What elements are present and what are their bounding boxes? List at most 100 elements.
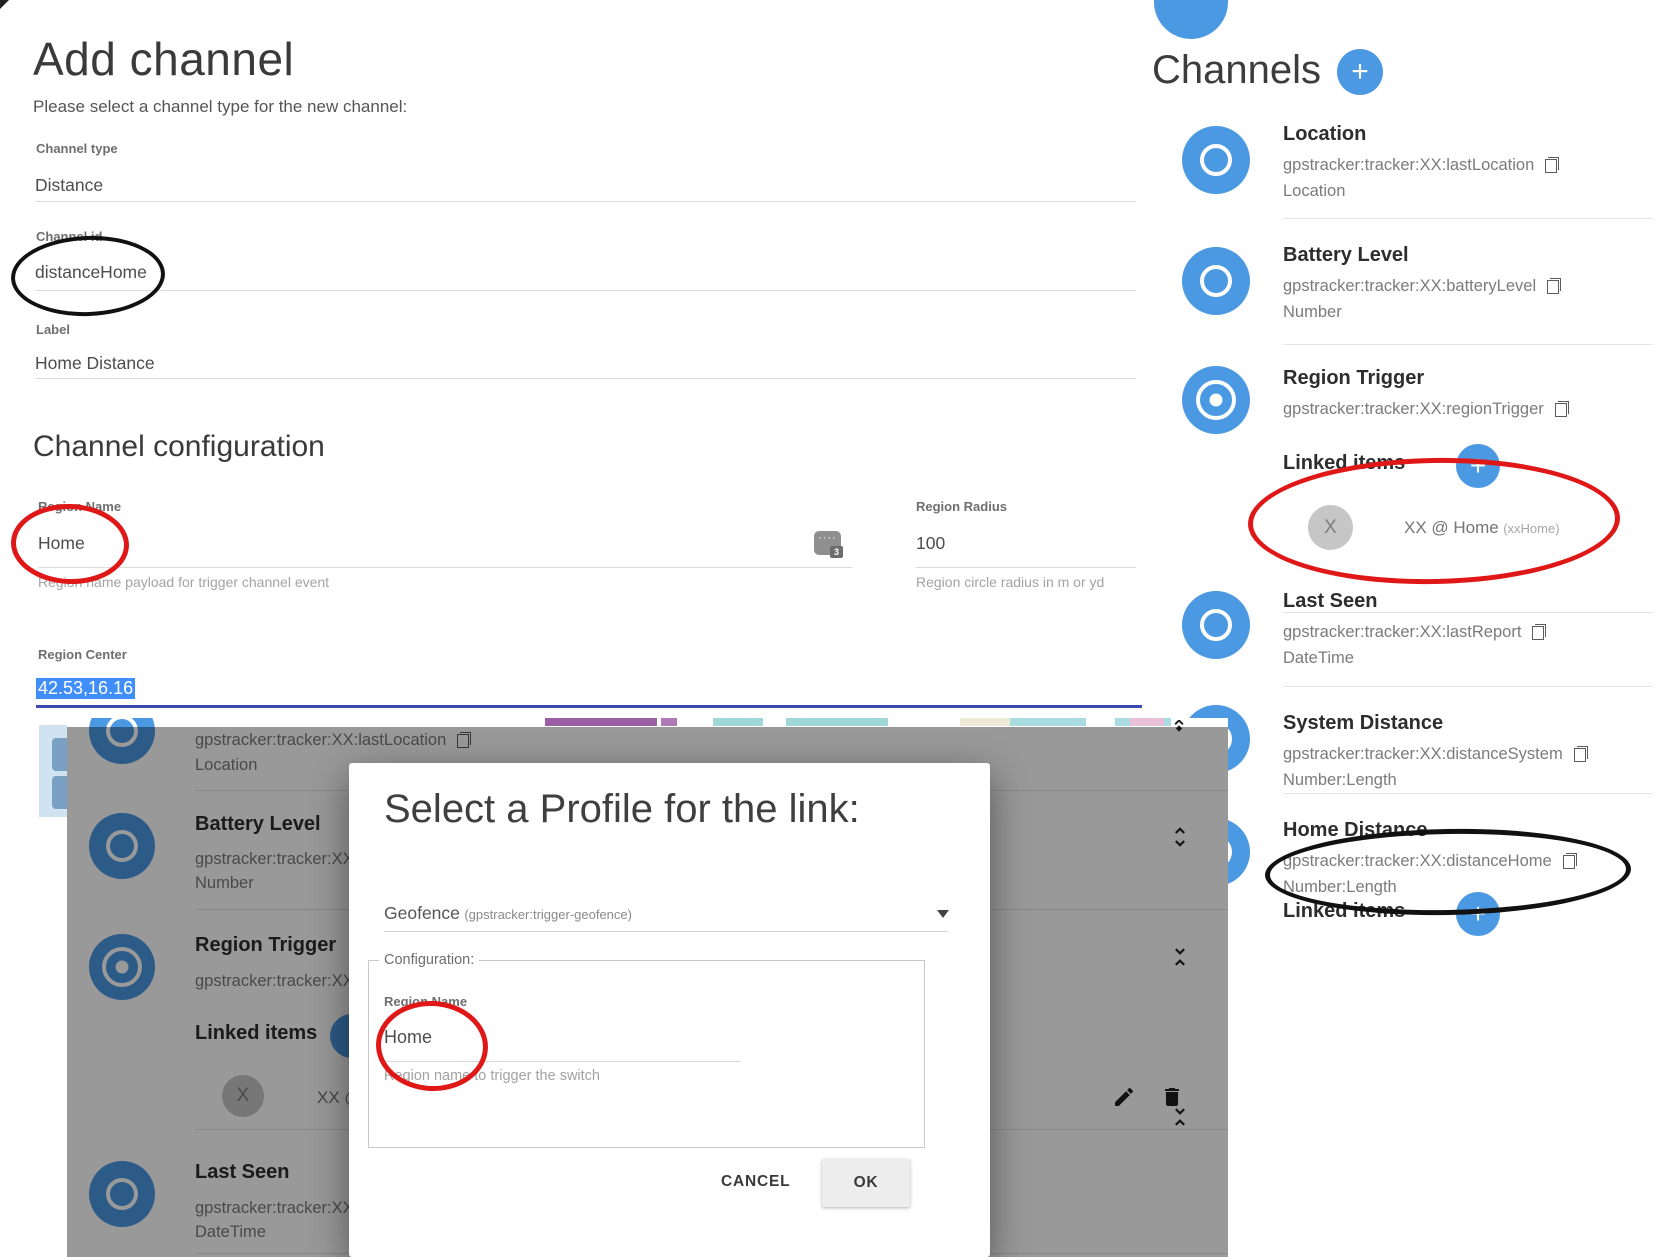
chevron-down-icon[interactable] <box>937 910 949 918</box>
page-title: Add channel <box>33 32 294 86</box>
channel-type: Number <box>1283 303 1561 322</box>
region-center-focus-underline <box>36 705 1142 708</box>
censored-text-artifact <box>1130 718 1164 726</box>
profile-uid: (gpstracker:trigger-geofence) <box>464 907 632 922</box>
channel-name: Region Trigger <box>1283 366 1569 390</box>
form-filler-badge: 3 <box>830 546 843 558</box>
censored-text-artifact <box>545 718 657 726</box>
linked-items-heading: Linked items <box>1283 900 1405 923</box>
channel-name: Battery Level <box>1283 243 1561 267</box>
censored-strip <box>67 718 1228 727</box>
channel-type: Number:Length <box>1283 771 1588 790</box>
select-profile-dialog: Select a Profile for the link: Geofence … <box>349 763 990 1257</box>
add-link-button[interactable]: + <box>1456 892 1500 936</box>
divider <box>1283 793 1653 794</box>
form-filler-dots: ···· <box>818 532 837 544</box>
channel-id-field[interactable]: distanceHome <box>35 262 147 283</box>
channel-type: DateTime <box>1283 649 1546 668</box>
divider <box>1283 218 1653 219</box>
copy-icon[interactable] <box>1563 853 1577 869</box>
region-center-label: Region Center <box>38 647 127 662</box>
region-name-label: Region Name <box>38 499 121 514</box>
channel-row-location[interactable]: Location gpstracker:tracker:XX:lastLocat… <box>1182 122 1559 201</box>
channel-uid: gpstracker:tracker:XX:batteryLevel <box>1283 276 1536 296</box>
censored-text-artifact <box>1010 718 1086 726</box>
scrolled-add-button-fragment[interactable] <box>1154 0 1228 39</box>
dialog-region-name-label: Region Name <box>384 994 467 1009</box>
dialog-region-name-field[interactable]: Home <box>384 1027 432 1048</box>
channel-type: Number:Length <box>1283 878 1577 897</box>
region-name-underline <box>38 567 852 568</box>
cursor-artifact <box>0 0 9 9</box>
channel-id-label: Channel id <box>36 229 102 244</box>
region-name-field[interactable]: Home <box>38 533 85 554</box>
censored-text-artifact <box>786 718 888 726</box>
channel-uid: gpstracker:tracker:XX:lastReport <box>1283 622 1521 642</box>
channel-row-battery[interactable]: Battery Level gpstracker:tracker:XX:batt… <box>1182 243 1561 322</box>
channel-uid: gpstracker:tracker:XX:distanceHome <box>1283 851 1552 871</box>
divider <box>1283 344 1653 345</box>
plus-icon: + <box>1470 450 1486 482</box>
channel-state-icon <box>1182 247 1250 315</box>
add-channel-button[interactable]: + <box>1337 49 1383 95</box>
dialog-region-name-underline <box>384 1061 741 1062</box>
channel-row-home-distance[interactable]: Home Distance gpstracker:tracker:XX:dist… <box>1182 818 1577 897</box>
channel-id-underline <box>35 290 1136 291</box>
form-intro: Please select a channel type for the new… <box>33 97 407 117</box>
label-label: Label <box>36 322 70 337</box>
region-radius-underline <box>916 567 1136 568</box>
form-filler-icon[interactable]: ···· 3 <box>814 531 841 555</box>
copy-icon[interactable] <box>1547 278 1561 294</box>
channel-uid: gpstracker:tracker:XX:lastLocation <box>1283 155 1534 175</box>
dialog-title: Select a Profile for the link: <box>384 787 860 832</box>
copy-icon[interactable] <box>1532 624 1546 640</box>
region-name-helper: Region name payload for trigger channel … <box>38 574 329 590</box>
channel-type-underline <box>35 201 1136 202</box>
channel-uid: gpstracker:tracker:XX:regionTrigger <box>1283 399 1544 419</box>
censored-text-artifact <box>661 718 677 726</box>
screen: Add channel Please select a channel type… <box>0 0 1670 1257</box>
channel-type-label: Channel type <box>36 141 118 156</box>
label-field[interactable]: Home Distance <box>35 353 155 374</box>
channel-state-icon <box>1182 126 1250 194</box>
plus-icon: + <box>1351 55 1369 89</box>
profile-name: Geofence <box>384 903 460 923</box>
channel-trigger-icon <box>1182 366 1250 434</box>
region-radius-helper: Region circle radius in m or yd <box>916 574 1104 590</box>
channel-state-icon <box>1182 591 1250 659</box>
dialog-region-name-helper: Region name to trigger the switch <box>384 1068 600 1084</box>
divider <box>1283 686 1653 687</box>
label-underline <box>35 378 1136 379</box>
linked-item-avatar: X <box>1308 505 1353 550</box>
ok-button[interactable]: OK <box>822 1159 910 1207</box>
profile-select[interactable]: Geofence (gpstracker:trigger-geofence) <box>384 903 632 924</box>
copy-icon[interactable] <box>1545 157 1559 173</box>
section-title: Channel configuration <box>33 430 325 464</box>
profile-select-underline <box>384 931 948 932</box>
channel-type: Location <box>1283 182 1559 201</box>
channel-row-last-seen[interactable]: Last Seen gpstracker:tracker:XX:lastRepo… <box>1182 589 1546 668</box>
region-center-selected-text: 42.53,16.16 <box>36 678 135 699</box>
add-link-button[interactable]: + <box>1456 444 1500 488</box>
censored-text-artifact <box>713 718 763 726</box>
linked-item[interactable]: XX @ Home (xxHome) <box>1404 518 1560 538</box>
cancel-button[interactable]: CANCEL <box>721 1173 790 1191</box>
region-center-field[interactable]: 42.53,16.16 <box>36 678 135 699</box>
channels-panel-title: Channels <box>1152 48 1321 93</box>
fieldset-legend: Configuration: <box>379 952 479 968</box>
link-profile-dialog-screenshot: gpstracker:tracker:XX:lastLocation Locat… <box>67 718 1228 1257</box>
configuration-fieldset: Configuration: Region Name Home Region n… <box>368 960 925 1148</box>
plus-icon: + <box>1470 898 1486 930</box>
linked-item-label: XX @ Home <box>1404 518 1499 537</box>
channel-row-region-trigger[interactable]: Region Trigger gpstracker:tracker:XX:reg… <box>1182 366 1569 434</box>
copy-icon[interactable] <box>1574 746 1588 762</box>
region-radius-field[interactable]: 100 <box>916 533 945 554</box>
copy-icon[interactable] <box>1555 401 1569 417</box>
region-radius-label: Region Radius <box>916 499 1007 514</box>
channel-row-system-distance[interactable]: System Distance gpstracker:tracker:XX:di… <box>1182 711 1588 790</box>
channel-type-field[interactable]: Distance <box>35 175 103 196</box>
channel-name: Last Seen <box>1283 589 1546 613</box>
channel-name: Home Distance <box>1283 818 1577 842</box>
linked-items-heading: Linked items <box>1283 452 1405 475</box>
channel-name: Location <box>1283 122 1559 146</box>
